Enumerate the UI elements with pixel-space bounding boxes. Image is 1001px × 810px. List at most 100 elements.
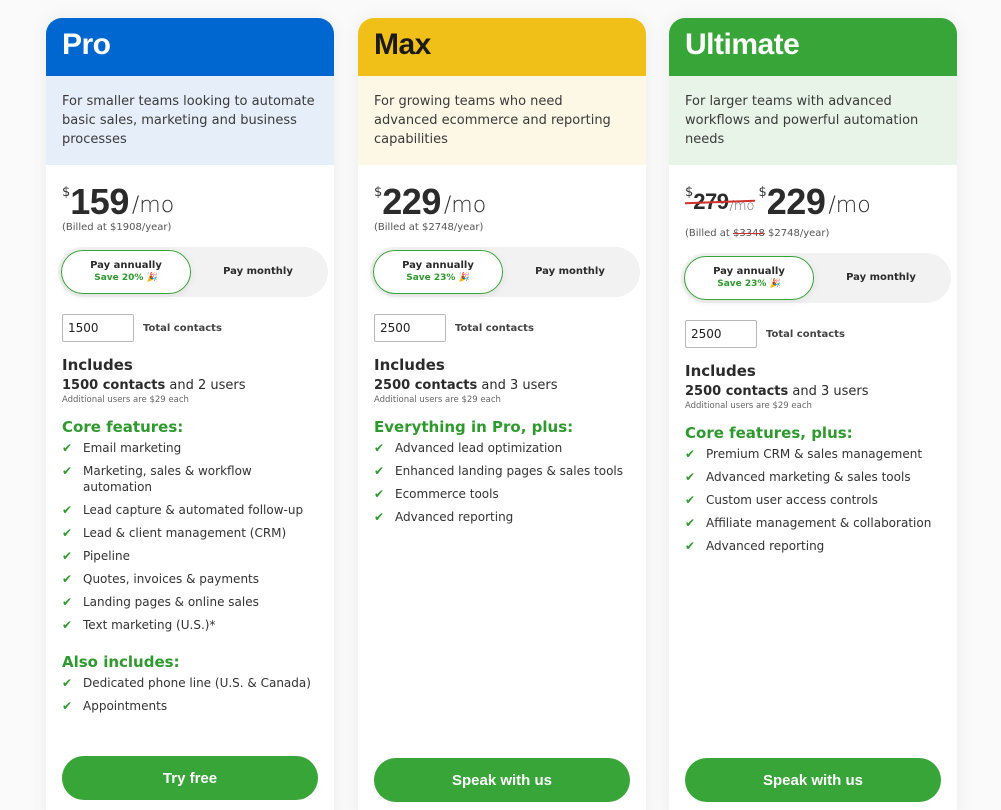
plan-description: For larger teams with advanced workflows…	[669, 76, 957, 165]
billed-value: $2748/year)	[422, 222, 484, 233]
price-period: /mo	[131, 193, 175, 218]
check-icon: ✔	[62, 699, 73, 713]
currency-symbol: $	[758, 185, 767, 200]
price-period: /mo	[828, 193, 871, 218]
speak-with-us-button[interactable]: Speak with us	[374, 758, 630, 802]
includes-title: Includes	[374, 356, 445, 374]
price: $ 279 /mo $ 229 /mo	[684, 181, 941, 225]
feature-item: ✔ Enhanced landing pages & sales tools	[374, 464, 624, 478]
includes-summary: 2500 contacts and 3 users	[374, 378, 630, 393]
plan-header: Max	[358, 18, 646, 76]
feature-item: ✔ Advanced marketing & sales tools	[685, 470, 911, 484]
feature-item: ✔ Advanced reporting	[685, 539, 825, 553]
pay-annually-option[interactable]: Pay annually Save 23% 🎉	[684, 256, 814, 300]
includes-title: Includes	[62, 356, 133, 374]
feature-item: ✔ Advanced lead optimization	[374, 441, 563, 455]
feature-list: ✔ Email marketing ✔ Marketing, sales & wor…	[62, 440, 318, 633]
contacts-input[interactable]	[374, 314, 446, 342]
pay-monthly-option[interactable]: Pay monthly	[510, 250, 630, 294]
billed-note: (Billed at $1908/year)	[62, 222, 318, 233]
currency-symbol: $	[374, 185, 383, 200]
check-icon: ✔	[62, 618, 73, 632]
contacts-label: Total contacts	[766, 328, 845, 340]
feature-item: ✔ Custom user access controls	[685, 493, 878, 507]
plan-description: For smaller teams looking to automate ba…	[46, 76, 334, 165]
includes-contacts: 2500 contacts	[374, 378, 478, 393]
includes-users: and 3 users	[788, 384, 869, 399]
feature-item: ✔ Affiliate management & collaboration	[685, 516, 932, 530]
check-icon: ✔	[685, 516, 696, 530]
billed-note: (Billed at $3348 $2748/year)	[685, 228, 941, 239]
price-amount: 229	[766, 181, 826, 222]
pay-monthly-option[interactable]: Pay monthly	[198, 250, 318, 294]
feature-item: ✔ Pipeline	[62, 549, 130, 563]
pay-annually-label: Pay annually	[402, 260, 474, 271]
feature-item: ✔ Premium CRM & sales management	[685, 447, 923, 461]
feature-item: ✔ Advanced reporting	[374, 510, 514, 524]
price: $ 229 /mo	[374, 181, 630, 222]
check-icon: ✔	[62, 572, 73, 586]
includes-users: and 3 users	[477, 378, 558, 393]
check-icon: ✔	[62, 526, 73, 540]
currency-symbol: $	[685, 185, 694, 200]
pay-monthly-option[interactable]: Pay monthly	[821, 256, 941, 300]
feature-list: ✔ Dedicated phone line (U.S. & Canada) ✔ A…	[62, 675, 318, 714]
currency-symbol: $	[62, 185, 71, 200]
check-icon: ✔	[62, 441, 73, 455]
save-badge: Save 20% 🎉	[94, 273, 158, 283]
includes-summary: 1500 contacts and 2 users	[62, 378, 318, 393]
feature-item: ✔ Lead & client management (CRM)	[62, 526, 287, 540]
includes-contacts: 2500 contacts	[685, 384, 789, 399]
billed-prefix: (Billed at	[374, 222, 423, 233]
save-badge: Save 23% 🎉	[717, 279, 781, 289]
billed-note: (Billed at $2748/year)	[374, 222, 630, 233]
check-icon: ✔	[685, 539, 696, 553]
check-icon: ✔	[685, 470, 696, 484]
feature-item: ✔ Text marketing (U.S.)*	[62, 618, 216, 632]
billed-value: $1908/year)	[110, 222, 172, 233]
plan-header: Pro	[46, 18, 334, 76]
contacts-input[interactable]	[685, 320, 757, 348]
plan-card-pro: Pro For smaller teams looking to automat…	[46, 18, 334, 810]
speak-with-us-button[interactable]: Speak with us	[685, 758, 941, 802]
check-icon: ✔	[685, 493, 696, 507]
check-icon: ✔	[62, 676, 73, 690]
feature-item: ✔ Quotes, invoices & payments	[62, 572, 260, 586]
billed-value: $2748/year)	[764, 228, 830, 239]
billing-toggle: Pay annually Save 23% 🎉 Pay monthly	[681, 253, 951, 303]
feature-list: ✔ Premium CRM & sales management ✔ Advance…	[685, 446, 941, 554]
pay-annually-option[interactable]: Pay annually Save 23% 🎉	[373, 250, 503, 294]
feature-item: ✔ Email marketing	[62, 441, 182, 455]
contacts-label: Total contacts	[455, 322, 534, 334]
pay-annually-label: Pay annually	[90, 260, 162, 271]
additional-users-note: Additional users are $29 each	[685, 401, 812, 411]
includes-title: Includes	[685, 362, 756, 380]
check-icon: ✔	[62, 549, 73, 563]
section-title: Everything in Pro, plus:	[374, 418, 574, 436]
section-title: Core features:	[62, 418, 184, 436]
section-title: Also includes:	[62, 653, 180, 671]
plan-title: Ultimate	[685, 28, 800, 61]
try-free-button[interactable]: Try free	[62, 756, 318, 800]
plan-card-max: Max For growing teams who need advanced …	[358, 18, 646, 810]
price-amount: 159	[70, 181, 129, 222]
old-price: $ 279 /mo	[684, 183, 755, 218]
additional-users-note: Additional users are $29 each	[374, 395, 501, 405]
contacts-input[interactable]	[62, 314, 134, 342]
feature-item: ✔ Ecommerce tools	[374, 487, 499, 501]
price-amount: 229	[382, 181, 441, 222]
contacts-label: Total contacts	[143, 322, 222, 334]
feature-item: ✔ Landing pages & online sales	[62, 595, 259, 609]
billed-prefix: (Billed at	[685, 228, 734, 239]
feature-item: ✔ Lead capture & automated follow-up	[62, 503, 304, 517]
feature-item: ✔ Dedicated phone line (U.S. & Canada)	[62, 676, 311, 690]
pay-annually-label: Pay annually	[713, 266, 785, 277]
check-icon: ✔	[62, 595, 73, 609]
plan-title: Pro	[62, 28, 111, 61]
check-icon: ✔	[374, 510, 385, 524]
check-icon: ✔	[685, 447, 696, 461]
price: $ 159 /mo	[62, 181, 318, 222]
billed-old-value: $3348	[733, 228, 765, 239]
plan-card-ultimate: Ultimate For larger teams with advanced …	[669, 18, 957, 810]
pay-annually-option[interactable]: Pay annually Save 20% 🎉	[61, 250, 191, 294]
